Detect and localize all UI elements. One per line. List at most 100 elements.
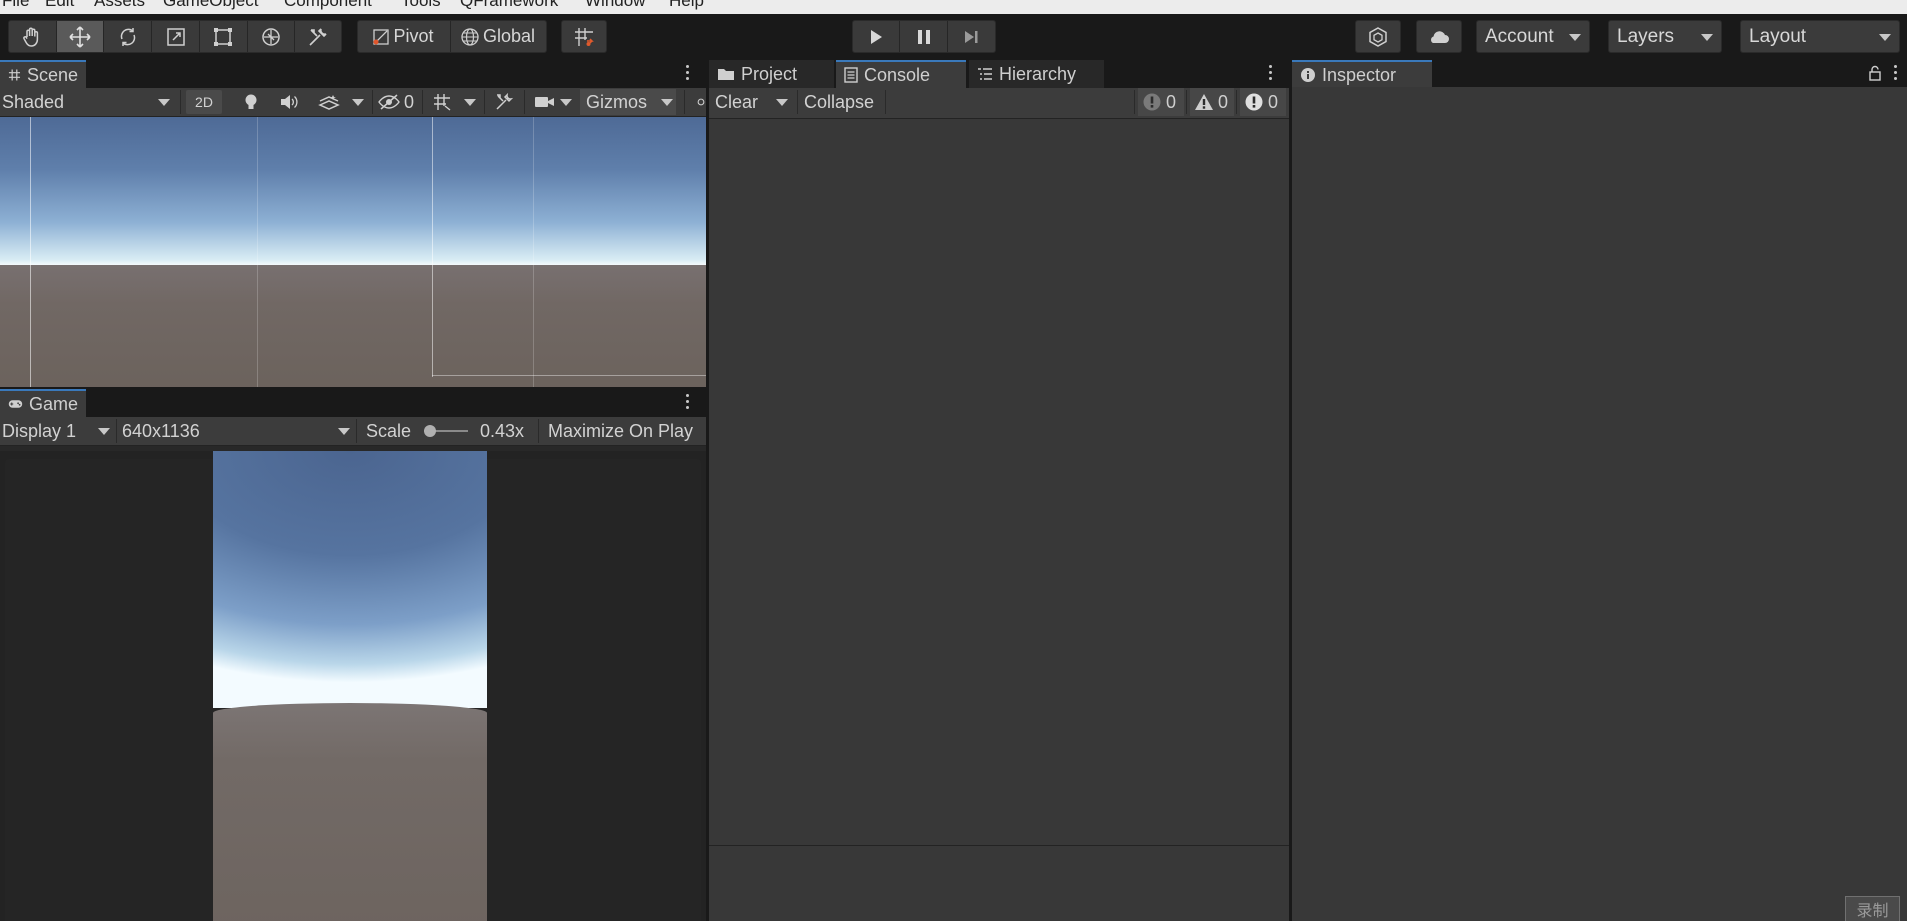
collapse-toggle[interactable]: Collapse: [804, 88, 894, 116]
step-button[interactable]: [948, 21, 995, 52]
account-dropdown[interactable]: Account: [1476, 20, 1590, 53]
effects-toggle[interactable]: [314, 88, 344, 116]
tab-scene[interactable]: Scene: [0, 60, 86, 88]
move-tool-button[interactable]: [56, 21, 105, 52]
scale-tool-button[interactable]: [152, 21, 200, 52]
scene-viewport[interactable]: [0, 117, 706, 387]
log-count-toggle[interactable]: 0: [1138, 88, 1184, 116]
log-count: 0: [1166, 91, 1177, 112]
camera-frustum-line: [432, 375, 706, 376]
scene-tools-toggle[interactable]: [490, 88, 518, 116]
warning-count: 0: [1218, 91, 1229, 112]
game-tab-label: Game: [28, 393, 78, 414]
camera-toggle[interactable]: [532, 88, 558, 116]
global-toggle[interactable]: Global: [451, 21, 546, 52]
collab-button[interactable]: [1356, 21, 1400, 52]
scene-sky: [0, 117, 706, 267]
console-tab-label: Console: [864, 64, 931, 85]
grid-dropdown[interactable]: [462, 88, 478, 116]
grid-toggle[interactable]: [428, 88, 456, 116]
error-icon: [1245, 93, 1263, 111]
inspector-tab-label: Inspector: [1322, 64, 1397, 85]
display-dropdown[interactable]: Display 1: [2, 417, 112, 445]
chevron-down-icon: [560, 98, 572, 106]
mode-2d-toggle[interactable]: 2D: [186, 90, 222, 114]
lightbulb-icon: [245, 94, 257, 109]
rotate-tool-button[interactable]: [104, 21, 153, 52]
grid-line: [257, 117, 258, 387]
search-icon[interactable]: [696, 88, 706, 116]
transform-tool-button[interactable]: [248, 21, 296, 52]
grid-snap-group: [561, 20, 607, 53]
scene-more-icon[interactable]: [686, 65, 690, 80]
inspector-more-icon[interactable]: [1894, 65, 1898, 80]
game-viewport[interactable]: [0, 451, 706, 921]
collapse-label: Collapse: [804, 91, 875, 112]
console-panel: Project Console Hierarchy Clear Collapse…: [709, 60, 1289, 119]
audio-toggle[interactable]: [276, 88, 302, 116]
lighting-toggle[interactable]: [238, 88, 264, 116]
scale-label: Scale: [366, 420, 412, 441]
maximize-on-play-toggle[interactable]: Maximize On Play: [548, 417, 708, 445]
layers-label: Layers: [1617, 25, 1675, 47]
console-more-icon[interactable]: [1269, 65, 1273, 80]
gizmos-dropdown[interactable]: [656, 88, 678, 116]
hidden-count: 0: [404, 91, 415, 112]
clear-button[interactable]: Clear: [715, 88, 771, 116]
menu-assets[interactable]: Assets: [94, 0, 145, 11]
middle-tabbar: Project Console Hierarchy: [709, 60, 1289, 88]
tab-hierarchy[interactable]: Hierarchy: [969, 60, 1104, 88]
warning-count-toggle[interactable]: 0: [1190, 88, 1234, 116]
error-count-toggle[interactable]: 0: [1240, 88, 1286, 116]
pivot-label: Pivot: [393, 26, 434, 46]
console-icon: [844, 67, 858, 83]
menu-window[interactable]: Window: [585, 0, 645, 11]
record-button[interactable]: 录制: [1845, 896, 1900, 921]
effects-dropdown[interactable]: [350, 88, 366, 116]
scale-slider-thumb[interactable]: [424, 425, 436, 437]
menu-gameobject[interactable]: GameObject: [163, 0, 258, 11]
layers-dropdown[interactable]: Layers: [1608, 20, 1722, 53]
chevron-down-icon: [1701, 34, 1713, 41]
pause-button[interactable]: [900, 21, 948, 52]
camera-frustum-line: [30, 117, 31, 387]
lock-icon[interactable]: [1868, 65, 1882, 86]
custom-tool-button[interactable]: [295, 21, 341, 52]
grid-snap-button[interactable]: [562, 21, 606, 52]
tab-game[interactable]: Game: [0, 389, 86, 417]
shading-mode-dropdown[interactable]: Shaded: [2, 88, 172, 116]
menu-tools[interactable]: Tools: [401, 0, 441, 11]
menu-help[interactable]: Help: [669, 0, 704, 11]
resolution-dropdown[interactable]: 640x1136: [122, 417, 352, 445]
clear-options-dropdown[interactable]: [771, 88, 793, 116]
hash-icon: [8, 69, 21, 81]
menu-file[interactable]: File: [2, 0, 29, 11]
tab-project[interactable]: Project: [709, 60, 834, 88]
tab-inspector[interactable]: Inspector: [1292, 60, 1432, 88]
package-icon: [1369, 26, 1387, 47]
game-more-icon[interactable]: [686, 394, 690, 409]
play-button[interactable]: [853, 21, 901, 52]
menu-qframework[interactable]: QFramework: [460, 0, 558, 11]
hand-tool-button[interactable]: [9, 21, 57, 52]
rect-tool-button[interactable]: [200, 21, 248, 52]
scene-visibility-toggle[interactable]: 0: [378, 88, 418, 116]
menu-edit[interactable]: Edit: [45, 0, 74, 11]
scale-icon: [166, 27, 185, 46]
cloud-button[interactable]: [1417, 21, 1461, 52]
resolution-label: 640x1136: [122, 420, 200, 441]
console-detail-area[interactable]: [709, 845, 1289, 921]
pause-icon: [917, 29, 930, 44]
camera-dropdown[interactable]: [558, 88, 574, 116]
menu-component[interactable]: Component: [284, 0, 372, 11]
layout-dropdown[interactable]: Layout: [1740, 20, 1900, 53]
console-log-list[interactable]: [709, 119, 1289, 845]
cloud-group: [1416, 20, 1462, 53]
mode-2d-label: 2D: [195, 94, 213, 110]
maximize-label: Maximize On Play: [548, 420, 694, 441]
tab-console[interactable]: Console: [836, 60, 966, 88]
play-controls: [852, 20, 996, 53]
pivot-toggle[interactable]: Pivot: [358, 21, 452, 52]
rotate-icon: [120, 27, 136, 46]
eye-hidden-icon: [378, 94, 400, 110]
